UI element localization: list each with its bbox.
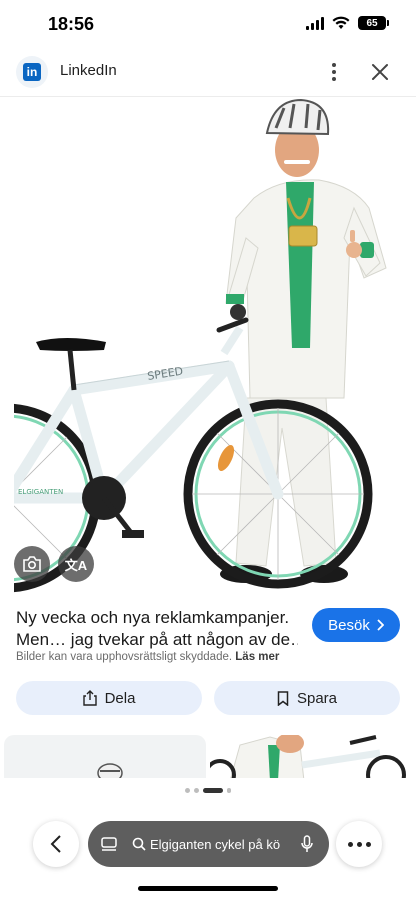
microphone-icon[interactable] — [300, 835, 314, 853]
back-button[interactable] — [33, 821, 79, 867]
wifi-icon — [332, 16, 350, 29]
divider — [0, 96, 416, 97]
save-button[interactable]: Spara — [214, 681, 400, 715]
status-bar: 18:56 65 — [0, 0, 416, 48]
bike-brand-text: SPEED — [146, 364, 184, 382]
frame-label-text: ELGIGANTEN — [18, 488, 63, 496]
linkedin-logo: in — [16, 56, 48, 88]
search-bar[interactable]: Elgiganten cykel på kö — [88, 821, 329, 867]
image-title[interactable]: Ny vecka och nya reklamkampanjer. Men… j… — [16, 607, 298, 651]
search-icon — [132, 837, 146, 851]
bookmark-icon — [277, 690, 289, 706]
chevron-right-icon — [377, 619, 384, 631]
chevron-left-icon — [50, 835, 61, 853]
save-label: Spara — [296, 689, 338, 707]
read-more-link[interactable]: Läs mer — [235, 651, 279, 663]
copyright-note: Bilder kan vara upphovsrättsligt skyddad… — [16, 651, 280, 663]
bike-ad-illustration: SPEED ELGIGANTEN — [14, 98, 387, 593]
search-query: Elgiganten cykel på kö — [150, 836, 281, 852]
main-image[interactable]: SPEED ELGIGANTEN — [14, 98, 402, 594]
visit-button[interactable]: Besök — [312, 608, 400, 642]
source-header: in LinkedIn — [0, 50, 416, 94]
camera-icon — [23, 556, 41, 572]
title-line-1: Ny vecka och nya reklamkampanjer. — [16, 608, 290, 627]
translate-icon: 文A — [64, 557, 88, 573]
share-icon — [82, 690, 97, 706]
title-line-2: Men… jag tvekar på att någon av de… — [16, 630, 298, 649]
battery-icon: 65 — [358, 16, 389, 30]
home-indicator — [138, 886, 278, 891]
more-options-icon[interactable] — [324, 60, 344, 84]
lens-search-button[interactable] — [14, 546, 50, 582]
share-label: Dela — [104, 689, 136, 707]
close-icon[interactable] — [368, 60, 392, 84]
translate-button[interactable]: 文A — [58, 546, 94, 582]
more-menu-button[interactable] — [336, 821, 382, 867]
cellular-signal-icon — [306, 16, 324, 30]
visit-label: Besök — [328, 616, 370, 634]
related-image-1[interactable] — [4, 735, 206, 781]
share-button[interactable]: Dela — [16, 681, 202, 715]
page-indicator — [0, 788, 416, 793]
tabs-icon — [101, 837, 117, 851]
source-name[interactable]: LinkedIn — [60, 62, 117, 79]
status-time: 18:56 — [48, 14, 95, 34]
related-image-2[interactable] — [210, 735, 412, 781]
